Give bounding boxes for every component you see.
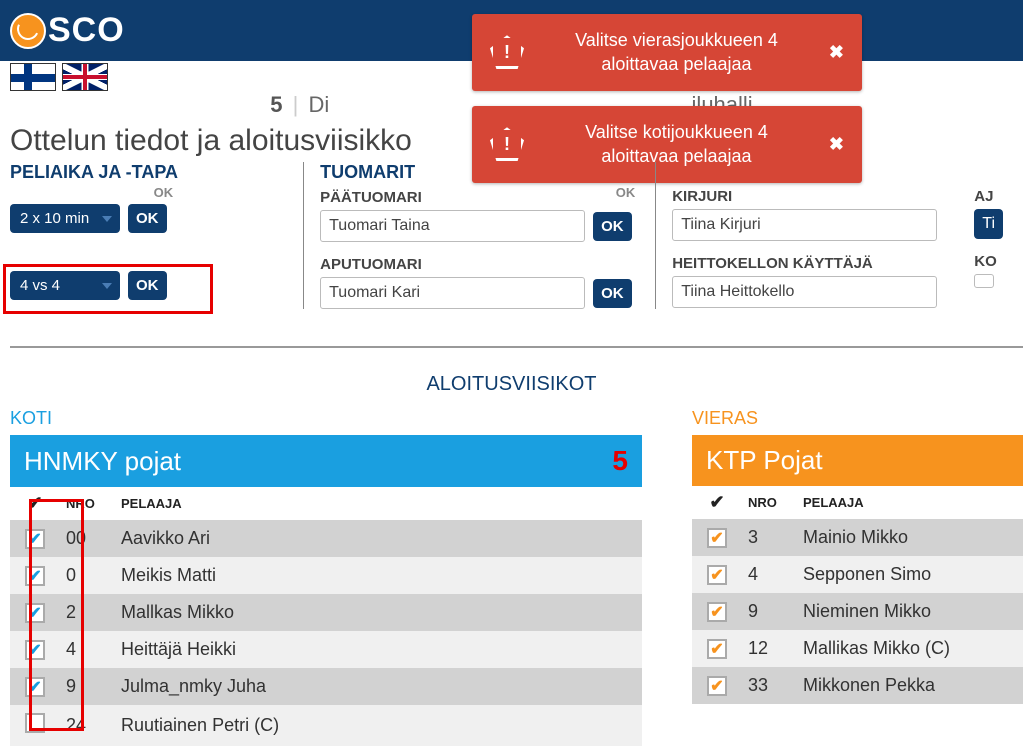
logo-icon [10,13,46,49]
language-flags [10,63,108,91]
logo-text: SCO [48,11,125,50]
table-row[interactable]: 4Heittäjä Heikki [10,631,642,668]
away-team-banner: KTP Pojat [692,435,1023,486]
paatuomari-input[interactable]: Tuomari Taina [320,210,585,242]
aja-label: AJ [974,188,1003,205]
duration-select[interactable]: 2 x 10 min [10,204,120,233]
col-nro: NRO [60,487,115,520]
table-row[interactable]: 9Julma_nmky Juha [10,668,642,705]
duration-ok-button[interactable]: OK [128,204,167,233]
table-row[interactable]: 4Sepponen Simo [692,556,1023,593]
home-roster-table: NRO PELAAJA 00Aavikko Ari 0Meikis Matti … [10,487,642,746]
checkbox[interactable] [707,602,727,622]
paatuomari-label: PÄÄTUOMARI [320,189,422,206]
table-row[interactable]: 9Nieminen Mikko [692,593,1023,630]
format-ok-button[interactable]: OK [128,271,167,300]
breadcrumb-text1: Di [309,92,330,117]
aja-input[interactable]: Ti [974,209,1003,239]
table-row[interactable]: 24Ruutiainen Petri (C) [10,705,642,746]
toast-message: Valitse vierasjoukkueen 4aloittavaa pela… [542,28,811,77]
away-side-label: VIERAS [692,408,1023,429]
close-icon[interactable]: ✖ [829,42,844,63]
home-side-label: KOTI [10,408,642,429]
checkbox[interactable] [25,566,45,586]
ok-header: OK [10,185,173,200]
table-row[interactable]: 33Mikkonen Pekka [692,667,1023,704]
aloitusviisikot-heading: ALOITUSVIISIKOT [0,373,1023,396]
checkbox[interactable] [707,565,727,585]
home-selected-count: 5 [612,445,628,477]
toast-away-players: Valitse vierasjoukkueen 4aloittavaa pela… [472,14,862,91]
tuomarit-section-label: TUOMARIT [320,162,635,183]
away-roster-table: NRO PELAAJA 3Mainio Mikko 4Sepponen Simo… [692,486,1023,704]
checkbox[interactable] [25,677,45,697]
table-row[interactable]: 3Mainio Mikko [692,519,1023,556]
divider [10,346,1023,348]
home-team-banner: HNMKY pojat 5 [10,435,642,487]
close-icon[interactable]: ✖ [829,134,844,155]
away-team-name: KTP Pojat [706,445,823,476]
kon-label: KO [974,253,1003,270]
peliaika-section-label: PELIAIKA JA -TAPA [10,162,283,183]
aputuomari-ok-button[interactable]: OK [593,279,632,308]
table-row[interactable]: 00Aavikko Ari [10,520,642,557]
checkbox[interactable] [25,640,45,660]
aputuomari-label: APUTUOMARI [320,256,635,273]
heittokello-label: HEITTOKELLON KÄYTTÄJÄ [672,255,948,272]
col-pelaaja: PELAAJA [115,487,642,520]
page-title: Ottelun tiedot ja aloitusviisikko [10,124,412,158]
home-team-name: HNMKY pojat [24,446,181,477]
table-row[interactable]: 2Mallkas Mikko [10,594,642,631]
kirjuri-input[interactable]: Tiina Kirjuri [672,209,937,241]
aputuomari-input[interactable]: Tuomari Kari [320,277,585,309]
table-row[interactable]: 12Mallikas Mikko (C) [692,630,1023,667]
format-select[interactable]: 4 vs 4 [10,271,120,300]
kirjuri-label: KIRJURI [672,188,948,205]
checkbox[interactable] [707,528,727,548]
flag-uk-icon[interactable] [62,63,108,91]
heittokello-input[interactable]: Tiina Heittokello [672,276,937,308]
col-check[interactable] [692,486,742,519]
ok-header: OK [616,185,636,210]
kon-input[interactable] [974,274,994,288]
checkbox[interactable] [25,603,45,623]
paatuomari-ok-button[interactable]: OK [593,212,632,241]
checkbox[interactable] [25,713,45,733]
checkbox[interactable] [25,529,45,549]
warning-icon [490,127,524,161]
warning-icon [490,35,524,69]
breadcrumb-number: 5 [270,92,282,117]
col-check[interactable] [10,487,60,520]
table-row[interactable]: 0Meikis Matti [10,557,642,594]
col-pelaaja: PELAAJA [797,486,1023,519]
logo: SCO [10,11,125,50]
col-nro: NRO [742,486,797,519]
flag-fi-icon[interactable] [10,63,56,91]
checkbox[interactable] [707,676,727,696]
checkbox[interactable] [707,639,727,659]
